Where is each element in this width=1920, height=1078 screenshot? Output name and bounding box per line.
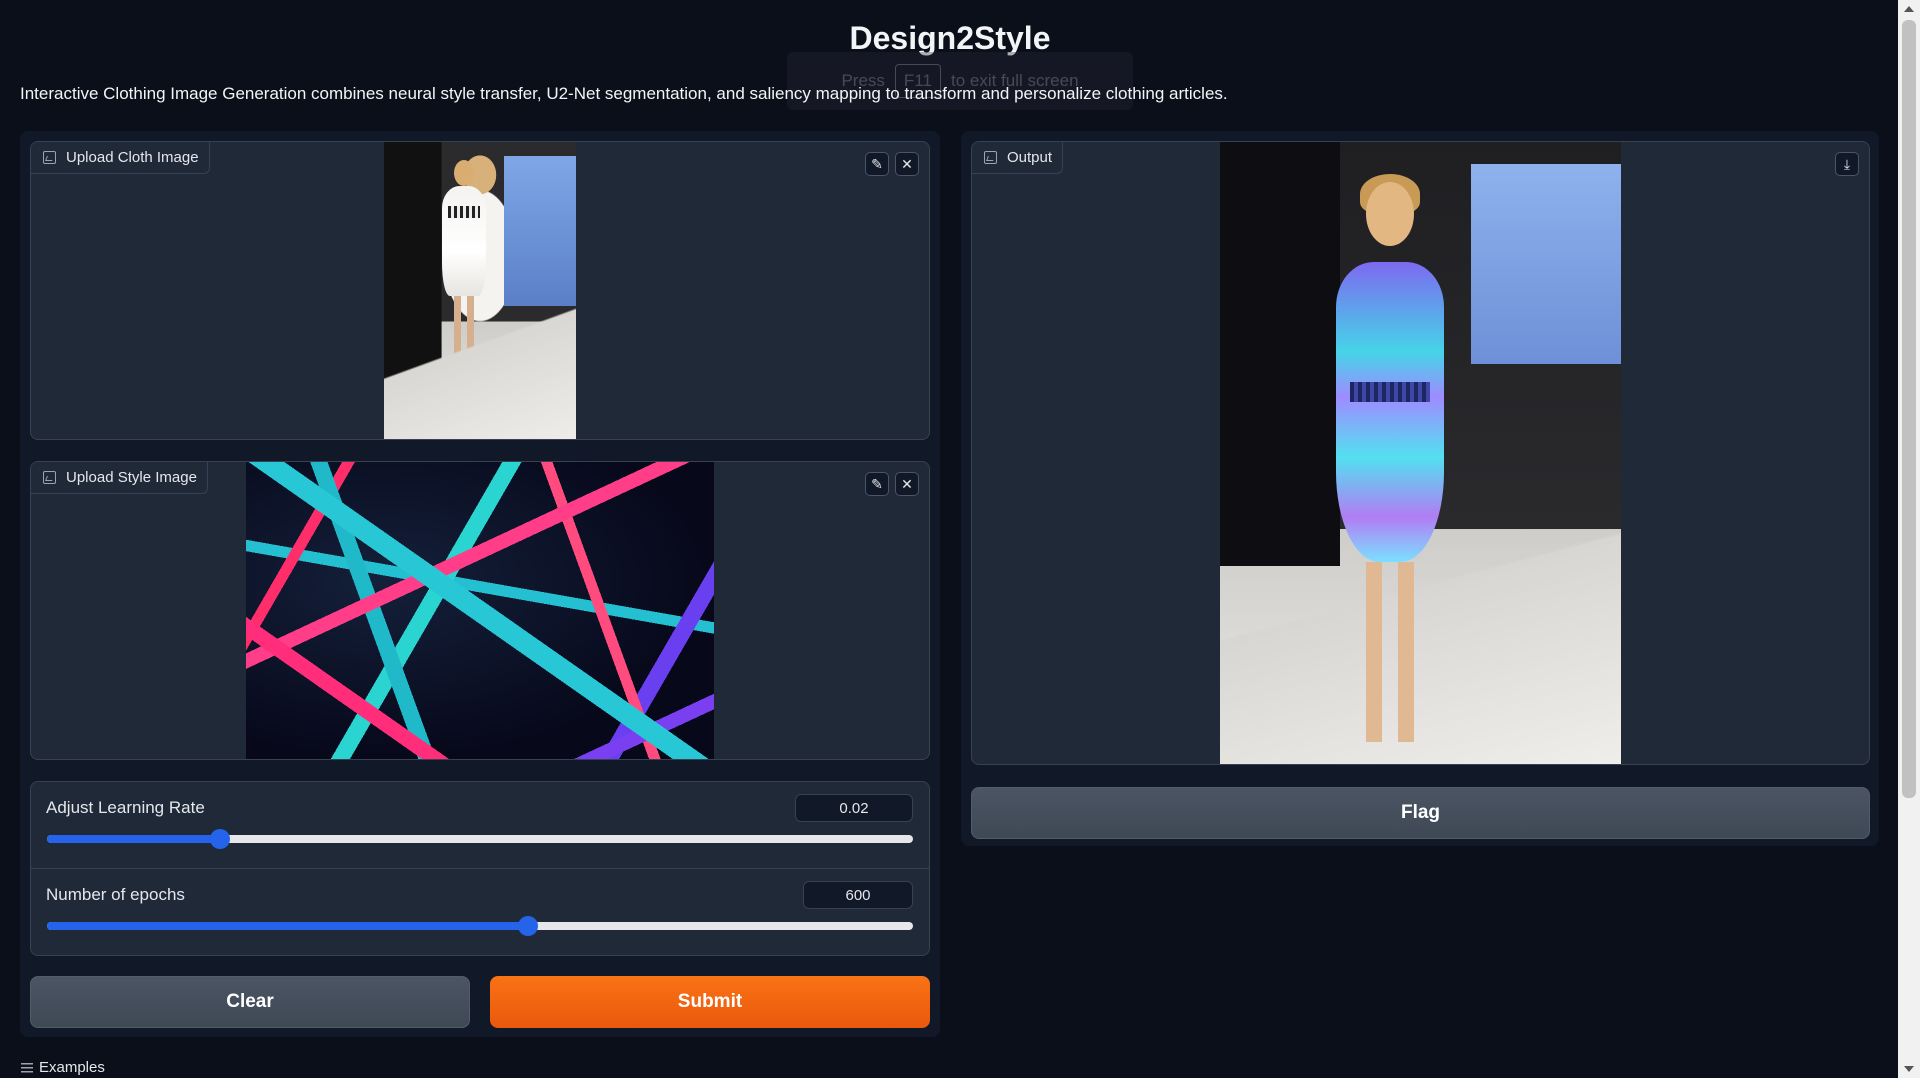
learning-rate-fill — [47, 835, 221, 843]
cloth-image-label-text: Upload Cloth Image — [66, 149, 199, 166]
app-page: Design2Style Press F11 to exit full scre… — [0, 0, 1920, 1078]
close-icon: ✕ — [901, 156, 913, 172]
pencil-icon: ✎ — [871, 156, 883, 172]
page-description: Interactive Clothing Image Generation co… — [20, 84, 1228, 103]
output-label: Output — [972, 142, 1064, 174]
learning-rate-input[interactable]: 0.02 — [795, 794, 913, 822]
stylized-model-figure — [1330, 162, 1450, 762]
learning-rate-label: Adjust Learning Rate — [46, 798, 205, 817]
examples-label: Examples — [39, 1059, 105, 1076]
learning-rate-slider-row: Adjust Learning Rate 0.02 — [31, 782, 929, 868]
flag-button[interactable]: Flag — [971, 787, 1870, 839]
cloth-image — [384, 142, 576, 439]
download-icon: ⤓ — [1843, 156, 1851, 172]
style-image-label-text: Upload Style Image — [66, 469, 197, 486]
scrollbar-thumb[interactable] — [1902, 20, 1916, 798]
style-image — [246, 462, 714, 759]
edit-cloth-button[interactable]: ✎ — [865, 152, 889, 176]
output-image-panel: Output ⤓ — [971, 141, 1870, 765]
download-button[interactable]: ⤓ — [1835, 152, 1859, 176]
close-icon: ✕ — [901, 476, 913, 492]
clear-button[interactable]: Clear — [30, 976, 470, 1028]
epochs-slider[interactable] — [47, 916, 913, 936]
cloth-image-label: Upload Cloth Image — [31, 142, 210, 174]
style-image-upload[interactable]: Upload Style Image ✎ ✕ — [30, 461, 930, 760]
clear-cloth-button[interactable]: ✕ — [895, 152, 919, 176]
image-icon — [43, 471, 56, 484]
list-icon — [21, 1062, 33, 1073]
image-icon — [43, 151, 56, 164]
epochs-input[interactable]: 600 — [803, 881, 913, 909]
input-column: Upload Cloth Image ✎ ✕ Upload Style Imag… — [20, 131, 940, 1037]
epochs-slider-row: Number of epochs 600 — [31, 868, 929, 954]
output-column: Output ⤓ Flag — [961, 131, 1879, 846]
output-label-text: Output — [1007, 149, 1053, 166]
pencil-icon: ✎ — [871, 476, 883, 492]
parameters-panel: Adjust Learning Rate 0.02 Number of epoc… — [30, 781, 930, 956]
scroll-up-icon[interactable] — [1904, 6, 1914, 12]
epochs-fill — [47, 922, 528, 930]
epochs-label: Number of epochs — [46, 885, 185, 904]
examples-toggle[interactable]: Examples — [21, 1059, 105, 1076]
submit-button[interactable]: Submit — [490, 976, 930, 1028]
scroll-down-icon[interactable] — [1904, 1066, 1914, 1072]
style-image-label: Upload Style Image — [31, 462, 208, 494]
output-image — [1220, 142, 1621, 764]
epochs-thumb[interactable] — [517, 916, 538, 936]
page-scrollbar[interactable] — [1898, 0, 1920, 1078]
learning-rate-slider[interactable] — [47, 829, 913, 849]
image-icon — [984, 151, 997, 164]
clear-style-button[interactable]: ✕ — [895, 472, 919, 496]
model-figure — [440, 152, 488, 382]
learning-rate-thumb[interactable] — [210, 829, 231, 849]
cloth-image-upload[interactable]: Upload Cloth Image ✎ ✕ — [30, 141, 930, 440]
edit-style-button[interactable]: ✎ — [865, 472, 889, 496]
